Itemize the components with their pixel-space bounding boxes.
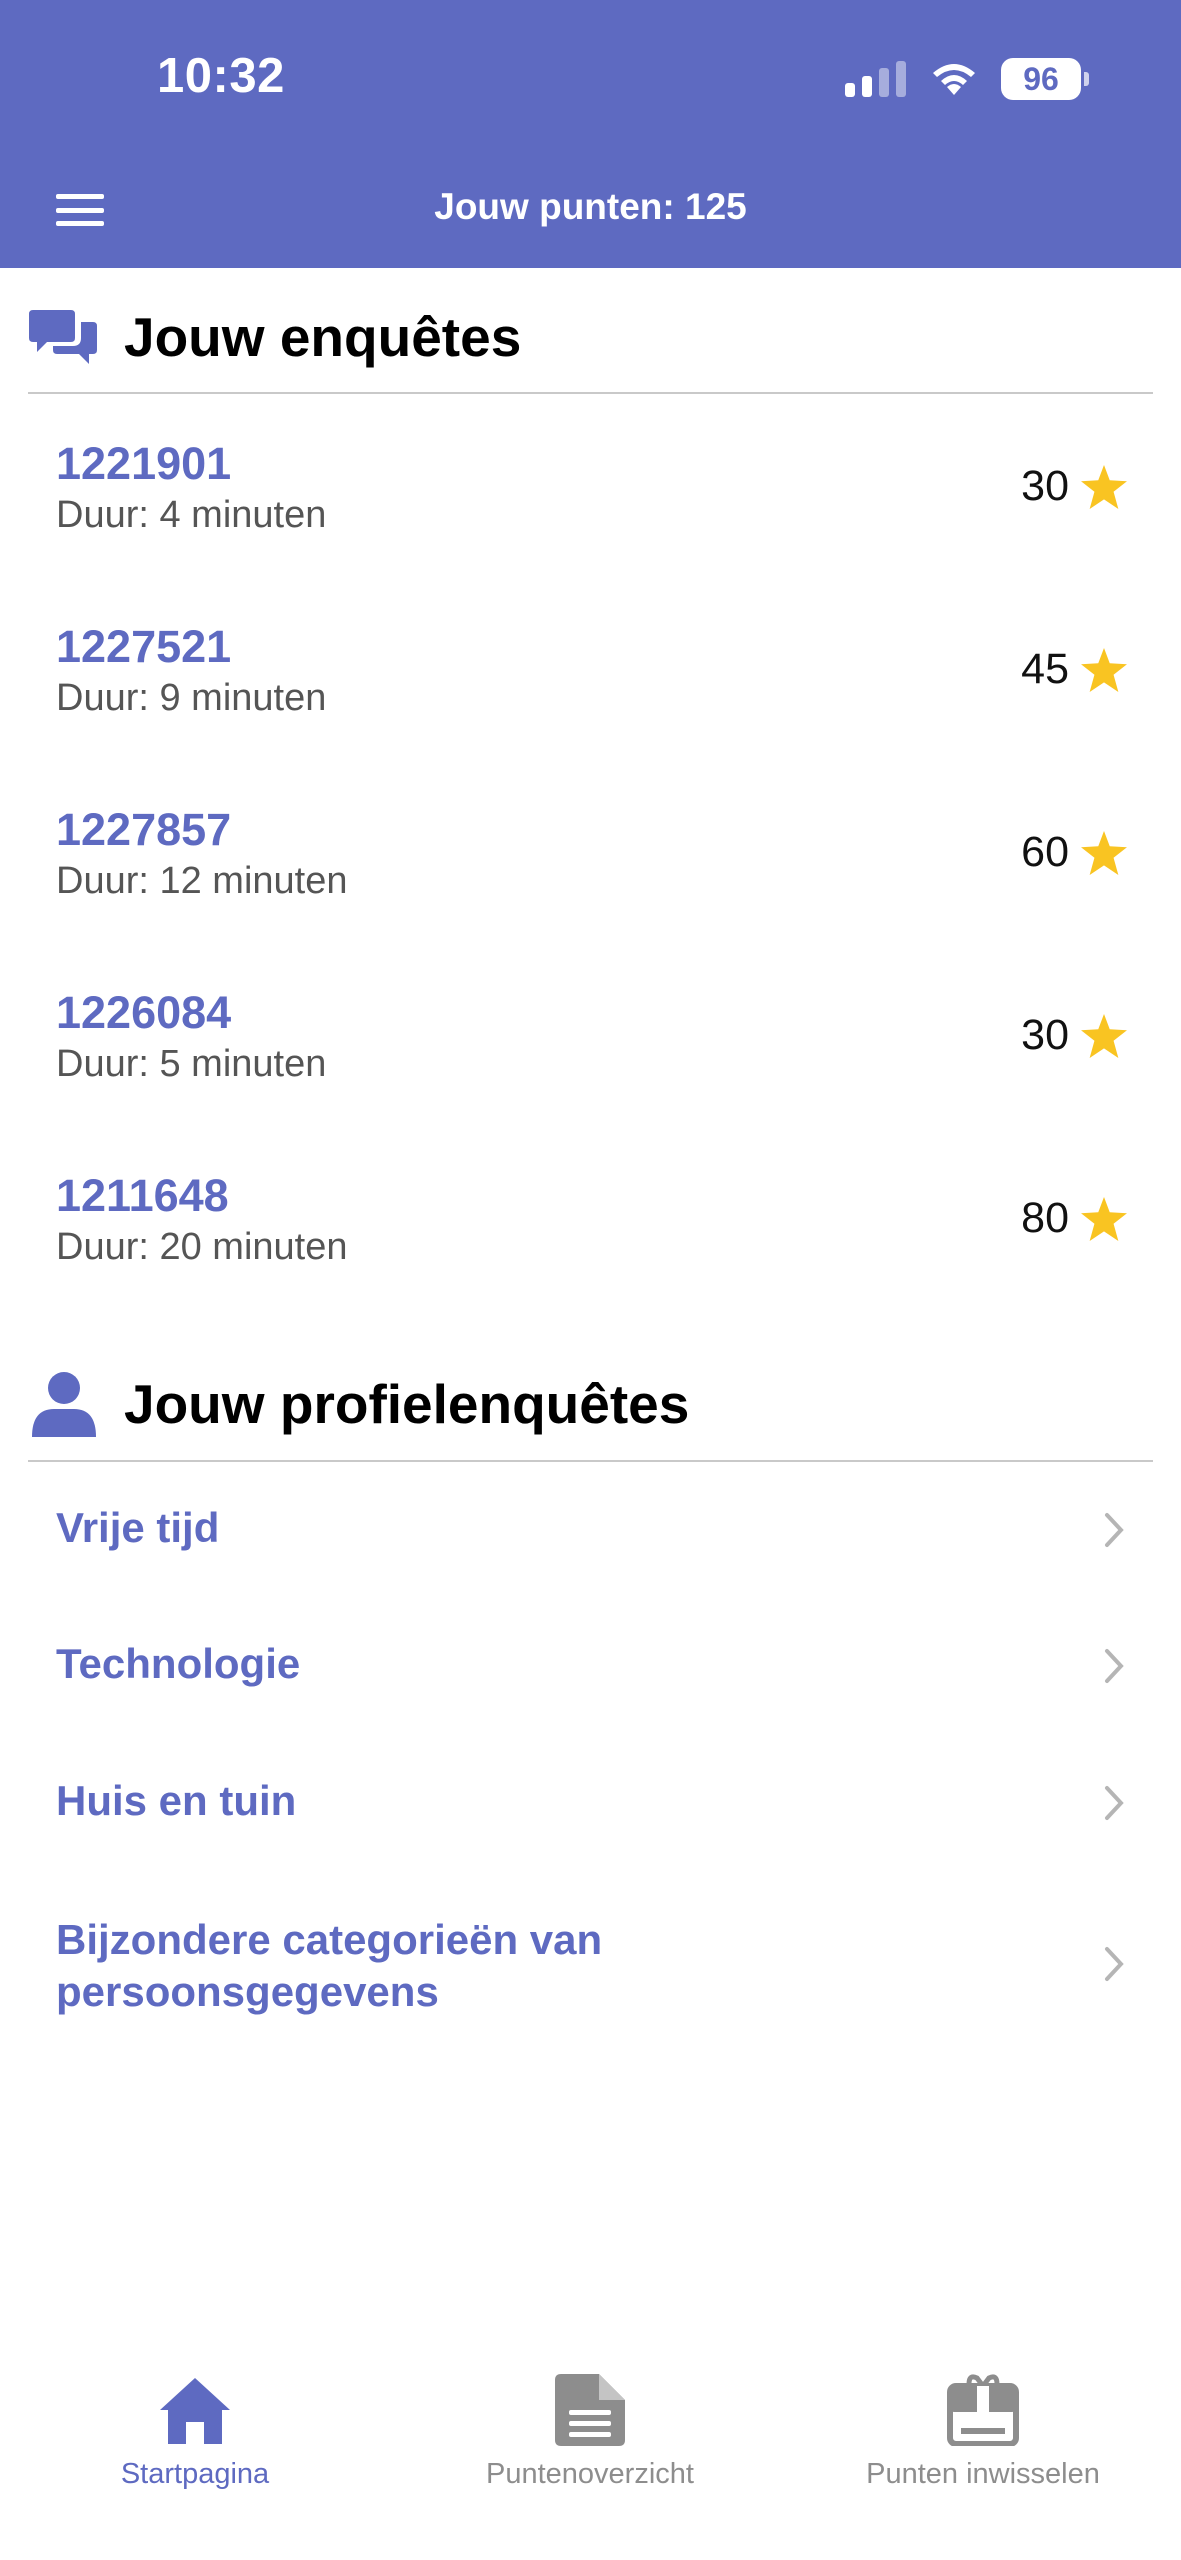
chevron-right-icon [1105,1947,1124,1981]
star-icon [1081,647,1127,692]
survey-points-value: 80 [1021,1194,1069,1242]
chat-bubbles-icon [28,301,100,373]
survey-item[interactable]: 1227521 Duur: 9 minuten 45 [0,585,1181,768]
document-icon [440,2346,740,2446]
survey-points-value: 30 [1021,1011,1069,1059]
survey-points: 80 [1021,1194,1127,1243]
star-icon [1081,464,1127,509]
star-icon [1081,830,1127,875]
profile-item-label: Vrije tijd [56,1504,220,1551]
profile-item-label: Technologie [56,1640,301,1687]
survey-points: 60 [1021,828,1127,877]
signal-icon [845,61,906,97]
survey-points-value: 30 [1021,462,1069,510]
profile-item[interactable]: Bijzondere categorieën van persoonsgegev… [0,1874,1181,2044]
profile-item-label: Bijzondere categorieën van persoonsgegev… [56,1916,603,2015]
survey-item[interactable]: 1211648 Duur: 20 minuten 80 [0,1134,1181,1317]
profile-section-title: Jouw profielenquêtes [124,1373,690,1435]
wifi-icon [933,64,975,95]
status-time: 10:32 [157,49,285,103]
home-icon [45,2346,345,2446]
tab-startpagina[interactable]: Startpagina [45,2320,345,2491]
star-icon [1081,1196,1127,1241]
survey-duration: Duur: 5 minuten [56,1043,327,1085]
chevron-right-icon [1105,1513,1124,1547]
tab-punten-inwisselen[interactable]: Punten inwisselen [833,2320,1133,2491]
survey-id: 1211648 [56,1170,229,1221]
survey-duration: Duur: 12 minuten [56,860,348,902]
chevron-right-icon [1105,1786,1124,1820]
tab-label: Puntenoverzicht [486,2458,694,2490]
bottom-tab-bar: Startpagina Puntenoverzicht Punten inwis… [0,2320,1181,2560]
status-icons: 96 [845,58,1089,100]
tab-puntenoverzicht[interactable]: Puntenoverzicht [440,2320,740,2491]
surveys-section-title: Jouw enquêtes [124,306,522,368]
survey-points: 30 [1021,1011,1127,1060]
survey-item[interactable]: 1221901 Duur: 4 minuten 30 [0,402,1181,585]
survey-id: 1221901 [56,438,232,489]
gift-card-icon [833,2346,1133,2446]
tab-label: Startpagina [120,2458,270,2490]
survey-item[interactable]: 1227857 Duur: 12 minuten 60 [0,768,1181,951]
survey-duration: Duur: 4 minuten [56,494,327,536]
survey-duration: Duur: 20 minuten [56,1226,348,1268]
survey-id: 1227857 [56,804,232,855]
survey-duration: Duur: 9 minuten [56,677,327,719]
survey-points-value: 45 [1021,645,1069,693]
profile-item[interactable]: Technologie [0,1600,1181,1730]
user-icon [28,1368,100,1440]
survey-id: 1227521 [56,621,232,672]
star-icon [1081,1013,1127,1058]
survey-item[interactable]: 1226084 Duur: 5 minuten 30 [0,951,1181,1134]
chevron-right-icon [1105,1649,1124,1683]
profile-section-header: Jouw profielenquêtes [28,1348,1153,1462]
profile-item[interactable]: Huis en tuin [0,1737,1181,1867]
profile-item[interactable]: Vrije tijd [0,1464,1181,1594]
surveys-section-header: Jouw enquêtes [28,282,1153,394]
survey-points: 45 [1021,645,1127,694]
battery-level: 96 [1023,60,1059,97]
profile-item-label: Huis en tuin [56,1777,297,1824]
points-title: Jouw punten: 125 [434,186,747,227]
survey-points: 30 [1021,462,1127,511]
survey-id: 1226084 [56,987,232,1038]
tab-label: Punten inwisselen [866,2458,1100,2490]
battery-indicator: 96 [1001,58,1089,100]
survey-points-value: 60 [1021,828,1069,876]
app-header: 10:32 96 Jouw punten: 125 [0,0,1181,268]
